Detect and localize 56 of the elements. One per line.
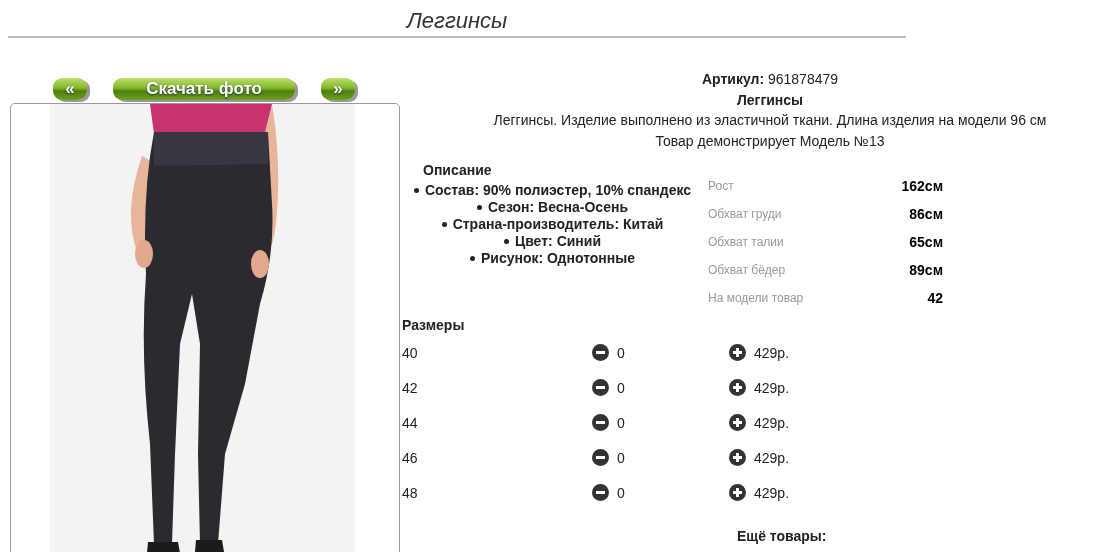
size-label: 46 xyxy=(402,449,419,466)
sizes-heading: Размеры xyxy=(402,316,466,335)
quantity: 0 xyxy=(617,414,625,431)
description-heading: Описание xyxy=(423,161,493,180)
price: 429р. xyxy=(754,414,790,431)
quantity: 0 xyxy=(617,484,625,501)
plus-icon[interactable] xyxy=(729,449,746,466)
measurement-value: 86см xyxy=(909,206,943,222)
description-item: Рисунок: Однотонные xyxy=(480,250,636,267)
plus-icon[interactable] xyxy=(729,379,746,396)
article-number: Артикул: 961878479 xyxy=(701,70,839,89)
minus-icon[interactable] xyxy=(592,484,609,501)
size-label: 42 xyxy=(402,379,419,396)
next-button[interactable]: » xyxy=(321,78,355,100)
page-title: Леггинсы xyxy=(406,9,508,33)
measurement-label: Обхват бёдер xyxy=(708,263,786,277)
description-item: Цвет: Синий xyxy=(514,233,601,250)
minus-icon[interactable] xyxy=(592,379,609,396)
bullet-icon xyxy=(477,205,482,210)
bullet-icon xyxy=(503,239,509,244)
quantity: 0 xyxy=(617,379,625,396)
description-item: Страна-производитель: Китай xyxy=(452,216,664,233)
model-note: Товар демонстрирует Модель №13 xyxy=(655,131,885,151)
quantity: 0 xyxy=(617,449,625,466)
price: 429р. xyxy=(754,379,790,396)
price: 429р. xyxy=(754,449,790,466)
measurement-value: 162см xyxy=(901,178,943,194)
measurement-label: Рост xyxy=(708,179,734,193)
price: 429р. xyxy=(754,484,790,501)
previous-button[interactable]: « xyxy=(53,78,87,100)
measurement-label: На модели товар xyxy=(708,291,804,305)
description-item: Сезон: Весна-Осень xyxy=(488,199,628,216)
download-photo-button[interactable]: Скачать фото xyxy=(113,78,295,100)
bullet-icon xyxy=(469,256,475,261)
minus-icon[interactable] xyxy=(592,449,609,466)
bullet-icon xyxy=(441,222,447,227)
measurement-value: 89см xyxy=(909,262,943,278)
plus-icon[interactable] xyxy=(729,484,746,501)
minus-icon[interactable] xyxy=(592,344,609,361)
size-label: 48 xyxy=(402,484,419,501)
product-name: Леггинсы xyxy=(736,90,804,110)
measurement-label: Обхват груди xyxy=(708,207,782,221)
description-item: Состав: 90% полиэстер, 10% спандекс xyxy=(424,182,692,199)
minus-icon[interactable] xyxy=(592,414,609,431)
size-label: 44 xyxy=(402,414,419,431)
plus-icon[interactable] xyxy=(729,344,746,361)
bullet-icon xyxy=(413,188,419,193)
product-summary: Леггинсы. Изделие выполнено из эластичной ткани. Длина изделия на модели 96 см xyxy=(493,111,1047,130)
measurement-value: 65см xyxy=(909,234,943,250)
price: 429р. xyxy=(754,344,790,361)
measurement-value: 42 xyxy=(927,290,943,306)
plus-icon[interactable] xyxy=(729,414,746,431)
quantity: 0 xyxy=(617,344,625,361)
measurement-label: Обхват талии xyxy=(708,235,784,249)
size-label: 40 xyxy=(402,344,419,361)
more-products-heading: Ещё товары: xyxy=(737,528,828,544)
